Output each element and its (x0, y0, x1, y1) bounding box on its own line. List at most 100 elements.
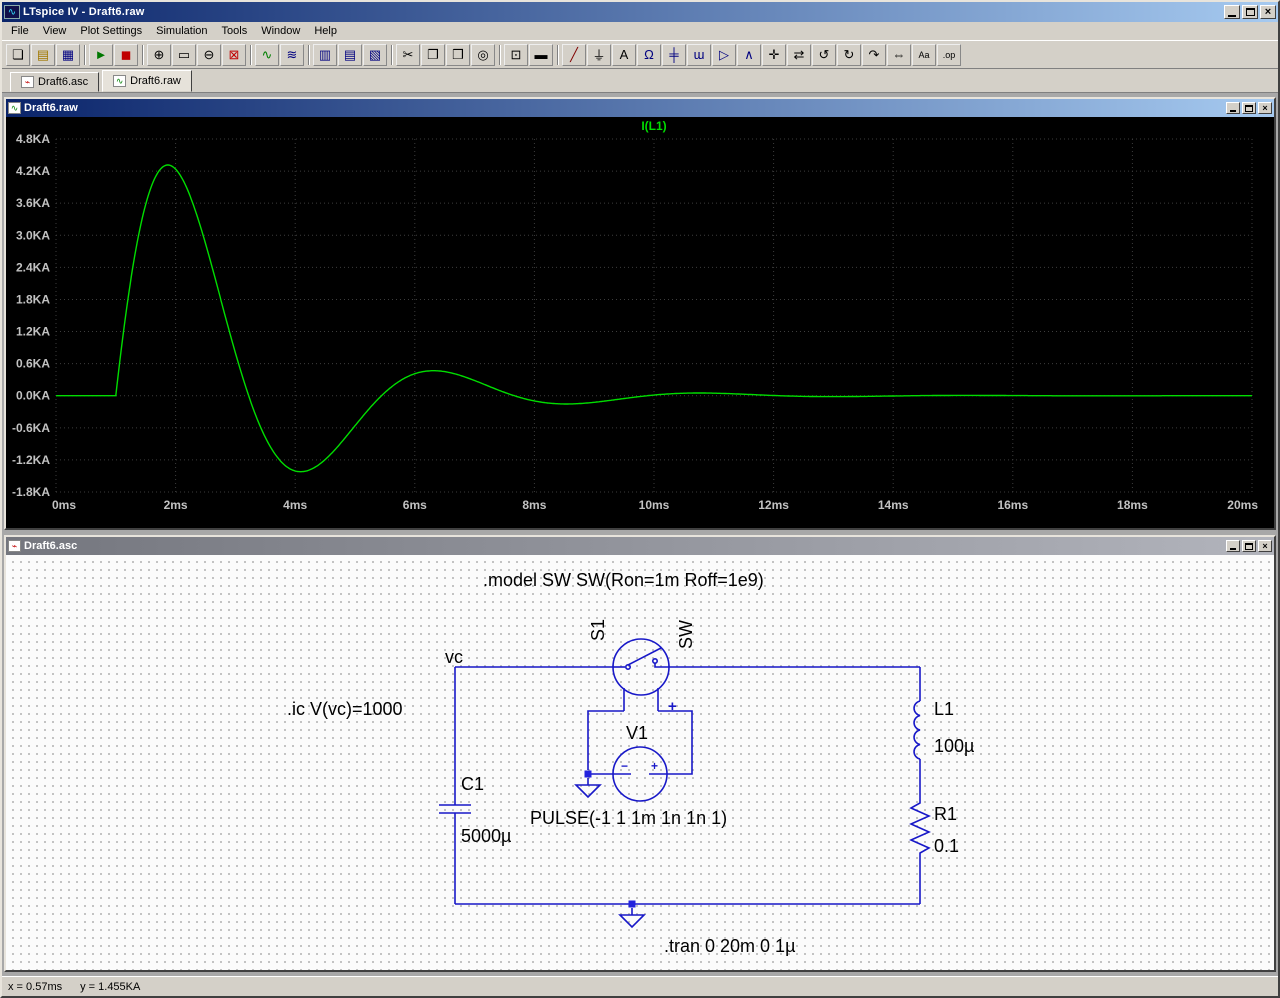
schematic-minimize-button[interactable] (1226, 540, 1240, 552)
schematic-canvas[interactable]: + + − .model SW SW(Ron=1m Roff=1e9) vc .… (6, 555, 1274, 970)
net-label-button[interactable]: A (612, 43, 636, 66)
minimize-icon (1230, 110, 1236, 112)
r1-ref-label[interactable]: R1 (934, 804, 957, 824)
schematic-close-button[interactable]: × (1258, 540, 1272, 552)
mirror-button[interactable]: ⇔ (887, 43, 911, 66)
menu-item-window[interactable]: Window (254, 23, 307, 39)
resistor-button[interactable]: Ω (637, 43, 661, 66)
r1-value-label[interactable]: 0.1 (934, 836, 959, 856)
open-button[interactable]: ▤ (31, 43, 55, 66)
menu-item-simulation[interactable]: Simulation (149, 23, 214, 39)
component-button[interactable]: ∧ (737, 43, 761, 66)
zoom-out-button[interactable]: ⊖ (197, 43, 221, 66)
net-label-icon: A (619, 47, 629, 62)
capacitor-c1-symbol[interactable] (439, 804, 471, 814)
minimize-button[interactable] (1224, 5, 1240, 19)
schematic-window-icon: ⌁ (8, 540, 21, 552)
l1-ref-label[interactable]: L1 (934, 699, 954, 719)
toolbar: ❏ ▤ ▦ ► ◼ ⊕ ▭ ⊖ ⊠ ∿ ≋ ▥ ▤ ▧ ✂ ❐ ❒ ◎ ⊡ ▬ ╱ ⏚ A Ω ╪ ɯ ▷ ∧ ✛ ⇄ ↺ ↻ ↷ ⇔ Aa .op (2, 40, 1278, 69)
minimize-icon (1228, 14, 1236, 17)
print-preview-icon: ⊡ (510, 46, 522, 62)
close-button[interactable]: × (1260, 5, 1276, 19)
ground-symbol[interactable] (574, 778, 602, 799)
rotate-button[interactable]: ↷ (862, 43, 886, 66)
v1-minus-sign: − (621, 759, 628, 773)
c1-ref-label[interactable]: C1 (461, 774, 484, 794)
text-button[interactable]: Aa (912, 43, 936, 66)
halt-icon: ◼ (120, 46, 132, 62)
waveform-plot-area[interactable]: 0ms 2ms 4ms 6ms 8ms 10ms 12ms 14ms 16ms 18ms 20ms 4… (6, 117, 1274, 528)
ground-symbol[interactable] (618, 908, 646, 929)
ground-button[interactable]: ⏚ (587, 43, 611, 66)
cut-button[interactable]: ✂ (396, 43, 420, 66)
paste-button[interactable]: ❒ (446, 43, 470, 66)
v1-value-label[interactable]: PULSE(-1 1 1m 1n 1n 1) (530, 808, 727, 828)
zoom-full-extents-button[interactable]: ⊠ (222, 43, 246, 66)
cascade-windows-button[interactable]: ▧ (363, 43, 387, 66)
menu-item-view[interactable]: View (36, 23, 74, 39)
ic-directive-text[interactable]: .ic V(vc)=1000 (287, 699, 403, 719)
diode-button[interactable]: ▷ (712, 43, 736, 66)
schematic-window-title-bar[interactable]: ⌁ Draft6.asc × (6, 537, 1274, 555)
print-button[interactable]: ▬ (529, 43, 553, 66)
inductor-l1-symbol[interactable] (913, 700, 921, 760)
schematic-maximize-button[interactable] (1242, 540, 1256, 552)
c1-value-label[interactable]: 5000µ (461, 826, 511, 846)
svg-text:16ms: 16ms (997, 498, 1028, 512)
undo-button[interactable]: ↺ (812, 43, 836, 66)
circuit-wires (454, 666, 921, 905)
s1-value-label[interactable]: SW (676, 620, 696, 649)
print-preview-button[interactable]: ⊡ (504, 43, 528, 66)
svg-text:3.6KA: 3.6KA (16, 196, 50, 210)
svg-text:1.2KA: 1.2KA (16, 325, 50, 339)
svg-text:6ms: 6ms (403, 498, 427, 512)
waveform-minimize-button[interactable] (1226, 102, 1240, 114)
model-directive-text[interactable]: .model SW SW(Ron=1m Roff=1e9) (483, 570, 764, 590)
copy-button[interactable]: ❐ (421, 43, 445, 66)
new-schematic-button[interactable]: ❏ (6, 43, 30, 66)
resistor-r1-symbol[interactable] (909, 799, 931, 857)
tab-draft6-asc[interactable]: ⌁ Draft6.asc (10, 72, 100, 92)
cursor-y-readout: y = 1.455KA (80, 980, 141, 993)
net-label-vc[interactable]: vc (445, 647, 463, 667)
svg-text:20ms: 20ms (1227, 498, 1258, 512)
zoom-in-button[interactable]: ⊕ (147, 43, 171, 66)
save-button[interactable]: ▦ (56, 43, 80, 66)
title-bar[interactable]: ∿ LTspice IV - Draft6.raw × (2, 2, 1278, 22)
tran-directive-text[interactable]: .tran 0 20m 0 1µ (664, 936, 795, 956)
svg-text:1.8KA: 1.8KA (16, 292, 50, 306)
tile-horizontal-button[interactable]: ▤ (338, 43, 362, 66)
l1-value-label[interactable]: 100µ (934, 736, 974, 756)
tile-vertical-icon: ▥ (318, 46, 332, 62)
tab-draft6-raw[interactable]: ∿ Draft6.raw (102, 70, 192, 92)
zoom-area-button[interactable]: ▭ (172, 43, 196, 66)
waveform-window-title-bar[interactable]: ∿ Draft6.raw × (6, 99, 1274, 117)
halt-button[interactable]: ◼ (114, 43, 138, 66)
find-button[interactable]: ◎ (471, 43, 495, 66)
switch-s1-symbol[interactable]: + (612, 638, 677, 715)
tile-vertical-button[interactable]: ▥ (313, 43, 337, 66)
v1-ref-label[interactable]: V1 (626, 723, 648, 743)
redo-icon: ↻ (843, 46, 855, 62)
move-button[interactable]: ✛ (762, 43, 786, 66)
drag-button[interactable]: ⇄ (787, 43, 811, 66)
menu-bar: File View Plot Settings Simulation Tools Wind… (2, 22, 1278, 40)
plot-settings-button[interactable]: ≋ (280, 43, 304, 66)
plot-pane-button[interactable]: ∿ (255, 43, 279, 66)
menu-item-file[interactable]: File (4, 23, 36, 39)
menu-item-plot-settings[interactable]: Plot Settings (73, 23, 149, 39)
spice-directive-button[interactable]: .op (937, 43, 961, 66)
waveform-close-button[interactable]: × (1258, 102, 1272, 114)
redo-button[interactable]: ↻ (837, 43, 861, 66)
s1-ref-label[interactable]: S1 (588, 619, 608, 641)
inductor-button[interactable]: ɯ (687, 43, 711, 66)
menu-item-help[interactable]: Help (307, 23, 344, 39)
drag-icon: ⇄ (793, 46, 805, 62)
svg-text:4.8KA: 4.8KA (16, 132, 50, 146)
wire-button[interactable]: ╱ (562, 43, 586, 66)
maximize-button[interactable] (1242, 5, 1258, 19)
run-button[interactable]: ► (89, 43, 113, 66)
waveform-restore-button[interactable] (1242, 102, 1256, 114)
capacitor-button[interactable]: ╪ (662, 43, 686, 66)
menu-item-tools[interactable]: Tools (215, 23, 255, 39)
